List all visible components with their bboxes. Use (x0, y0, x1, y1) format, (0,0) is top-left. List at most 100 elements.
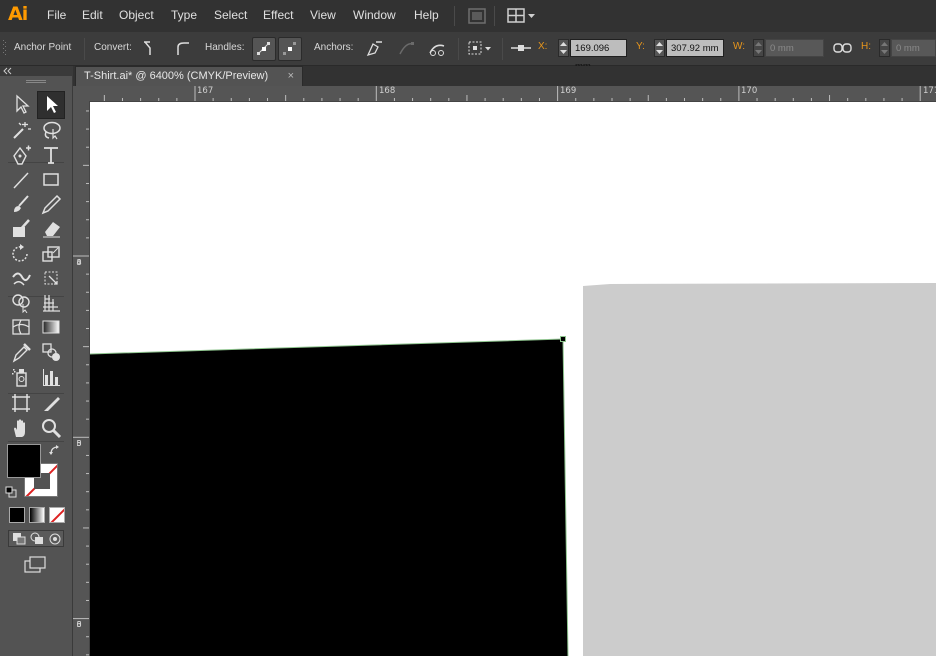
tools-panel-header[interactable] (0, 66, 72, 76)
menu-window[interactable]: Window (353, 8, 396, 22)
type-tool-icon[interactable] (40, 144, 62, 166)
w-label: W: (733, 41, 746, 52)
stepper-arrows-icon (656, 42, 663, 54)
h-label: H: (861, 41, 871, 52)
eyedropper-tool-icon[interactable] (10, 341, 32, 363)
direct-selection-tool-button[interactable] (37, 91, 65, 119)
lasso-tool-icon[interactable] (40, 119, 62, 141)
menu-view[interactable]: View (310, 8, 336, 22)
blend-tool-icon[interactable] (40, 341, 62, 363)
zoom-tool-icon[interactable] (40, 417, 62, 439)
w-field[interactable]: 0 mm (765, 39, 824, 57)
column-graph-tool-icon[interactable] (40, 366, 62, 388)
slice-tool-icon[interactable] (40, 392, 62, 414)
convert-to-corner-icon[interactable] (140, 38, 160, 58)
stepper-arrows-icon (560, 42, 567, 54)
ruler-label: 169 (560, 86, 577, 96)
swap-fill-stroke-icon[interactable] (48, 444, 62, 458)
panel-gripper-icon[interactable] (26, 80, 46, 84)
document-tab-title: T-Shirt.ai* @ 6400% (CMYK/Preview) (84, 70, 269, 82)
x-stepper[interactable] (558, 39, 569, 57)
gradient-mode-button[interactable] (29, 507, 45, 523)
constrain-proportions-link-icon[interactable] (832, 38, 854, 58)
hide-handles-button[interactable] (278, 37, 302, 61)
default-fill-stroke-icon[interactable] (5, 486, 17, 498)
color-mode-button[interactable] (9, 507, 25, 523)
selection-tool-icon[interactable] (10, 93, 32, 115)
draw-behind-icon[interactable] (30, 532, 44, 545)
document-tab[interactable]: T-Shirt.ai* @ 6400% (CMYK/Preview) × (75, 66, 303, 86)
mesh-tool-icon[interactable] (10, 316, 32, 338)
menu-effect[interactable]: Effect (263, 8, 293, 22)
remove-anchor-icon[interactable] (364, 38, 384, 58)
connect-anchors-icon[interactable] (396, 38, 416, 58)
y-stepper[interactable] (654, 39, 665, 57)
h-stepper[interactable] (879, 39, 890, 57)
menu-select[interactable]: Select (214, 8, 247, 22)
artboard-canvas[interactable] (90, 102, 936, 656)
gray-shape[interactable] (583, 283, 936, 656)
y-field[interactable]: 307.92 mm (666, 39, 724, 57)
stepper-arrows-icon (881, 42, 888, 54)
collapse-panel-icon[interactable] (2, 66, 22, 76)
artboard-tool-icon[interactable] (10, 392, 32, 414)
menu-edit[interactable]: Edit (82, 8, 103, 22)
draw-normal-icon[interactable] (12, 532, 26, 545)
black-shape[interactable] (90, 339, 568, 656)
shape-builder-tool-icon[interactable] (10, 291, 32, 313)
bridge-icon[interactable] (468, 8, 486, 24)
panel-gripper-icon[interactable] (2, 38, 8, 60)
pen-tool-icon[interactable] (10, 144, 32, 166)
tools-divider (8, 441, 64, 442)
ruler-label: 167 (197, 86, 214, 96)
w-stepper[interactable] (753, 39, 764, 57)
cut-path-at-anchors-icon[interactable] (427, 38, 447, 58)
none-icon (50, 508, 64, 522)
magic-wand-tool-icon[interactable] (10, 119, 32, 141)
hand-tool-icon[interactable] (10, 417, 32, 439)
convert-to-smooth-icon[interactable] (172, 38, 192, 58)
anchors-label: Anchors: (314, 42, 354, 53)
reference-point-icon[interactable] (510, 38, 532, 58)
menu-help[interactable]: Help (414, 8, 439, 22)
menu-file[interactable]: File (47, 8, 66, 22)
gradient-tool-icon[interactable] (40, 316, 62, 338)
drawing-modes (8, 530, 64, 547)
control-divider (502, 38, 503, 60)
paintbrush-tool-icon[interactable] (10, 193, 32, 215)
menu-divider (454, 6, 455, 26)
screen-mode-icon[interactable] (24, 556, 48, 574)
handles-label: Handles: (205, 42, 245, 53)
warp-tool-icon[interactable] (10, 267, 32, 289)
pencil-tool-icon[interactable] (40, 193, 62, 215)
draw-inside-icon[interactable] (48, 532, 62, 545)
rotate-tool-icon[interactable] (10, 243, 32, 265)
horizontal-ruler[interactable]: 167 168 169 170 171 (73, 86, 936, 102)
close-tab-icon[interactable]: × (288, 70, 294, 82)
menu-object[interactable]: Object (119, 8, 154, 22)
h-field[interactable]: 0 mm (891, 39, 936, 57)
line-segment-tool-icon[interactable] (10, 169, 32, 191)
eraser-tool-icon[interactable] (40, 217, 62, 239)
rectangle-tool-icon[interactable] (40, 169, 62, 191)
show-handles-button[interactable] (252, 37, 276, 61)
blob-brush-tool-icon[interactable] (10, 217, 32, 239)
ruler-digit: 5 (76, 439, 82, 448)
scale-tool-icon[interactable] (40, 243, 62, 265)
symbol-sprayer-tool-icon[interactable] (10, 366, 32, 388)
free-transform-tool-icon[interactable] (40, 267, 62, 289)
menu-type[interactable]: Type (171, 8, 197, 22)
vertical-ruler-ticks (73, 110, 89, 656)
control-bar: Anchor Point Convert: Handles: Anchors: … (0, 32, 936, 72)
stepper-arrows-icon (755, 42, 762, 54)
convert-label: Convert: (94, 42, 132, 53)
arrange-documents-icon[interactable] (507, 8, 537, 24)
none-mode-button[interactable] (49, 507, 65, 523)
fill-swatch[interactable] (7, 444, 41, 478)
menu-bar: Ai File Edit Object Type Select Effect V… (0, 0, 936, 32)
x-field[interactable]: 169.096 mm (570, 39, 627, 72)
perspective-grid-tool-icon[interactable] (40, 291, 62, 313)
anchor-point[interactable] (560, 336, 566, 342)
isolate-selection-icon[interactable] (466, 38, 494, 58)
vertical-ruler[interactable]: 3 0 4 3 0 5 3 0 6 (73, 101, 90, 656)
